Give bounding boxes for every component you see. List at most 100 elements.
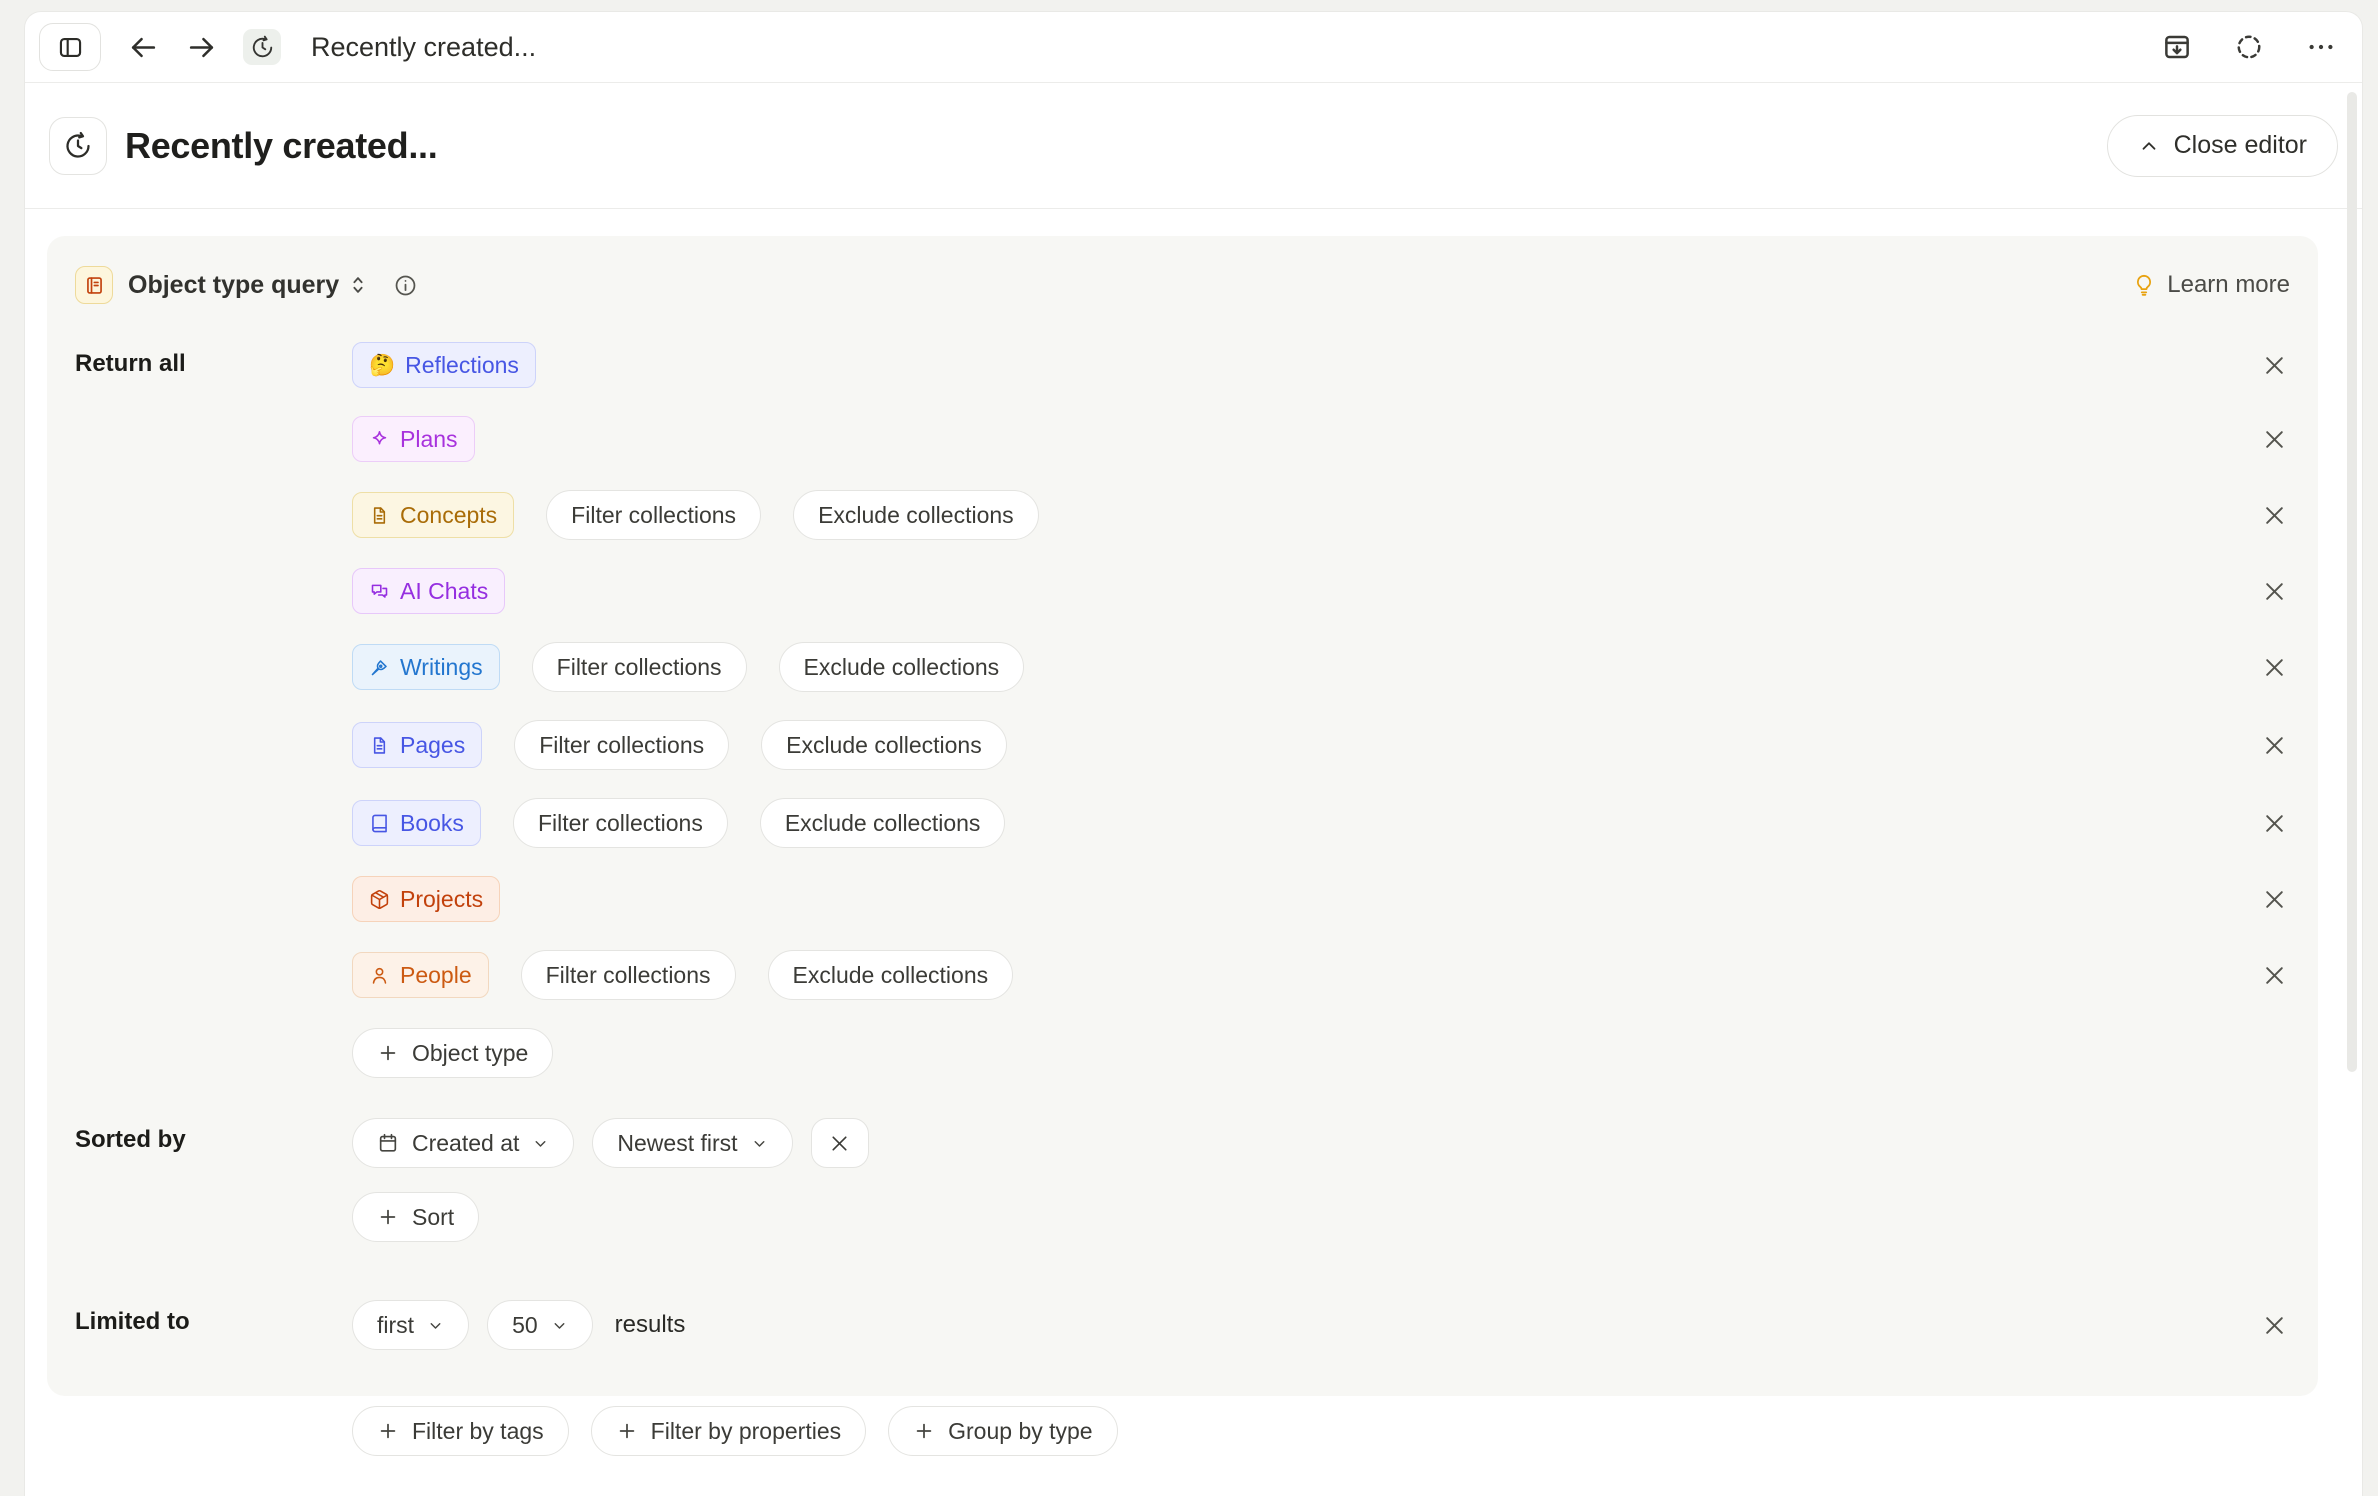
object-type-chip-concepts[interactable]: Concepts (352, 492, 514, 538)
filter-collections-button[interactable]: Filter collections (532, 642, 747, 692)
close-icon (2261, 352, 2288, 379)
query-type-selector[interactable] (347, 274, 369, 296)
remove-row-button[interactable] (2258, 651, 2290, 683)
close-editor-button[interactable]: Close editor (2107, 115, 2338, 177)
group-by-type-button[interactable]: Group by type (888, 1406, 1117, 1456)
sync-status-button[interactable] (2234, 32, 2264, 62)
exclude-collections-button[interactable]: Exclude collections (761, 720, 1007, 770)
add-sort-label: Sort (412, 1204, 454, 1231)
sort-order-dropdown[interactable]: Newest first (592, 1118, 792, 1168)
arrow-right-icon (186, 32, 217, 63)
exclude-collections-button[interactable]: Exclude collections (793, 490, 1039, 540)
chip-label: Plans (400, 426, 458, 453)
limited-to-section: Limited to first 50 results (75, 1300, 2290, 1350)
chip-label: Books (400, 810, 464, 837)
close-icon (828, 1132, 851, 1155)
chevron-down-icon (551, 1317, 568, 1334)
learn-more-link[interactable]: Learn more (2132, 271, 2290, 299)
forward-button[interactable] (185, 31, 217, 63)
filter-by-properties-button[interactable]: Filter by properties (591, 1406, 866, 1456)
chip-label: Concepts (400, 502, 497, 529)
chevron-down-icon (532, 1135, 549, 1152)
object-type-chip-projects[interactable]: Projects (352, 876, 500, 922)
arrow-left-icon (128, 32, 159, 63)
close-icon (2261, 962, 2288, 989)
sorted-by-section: Sorted by Created at Newest first (75, 1118, 2290, 1242)
object-type-chip-writings[interactable]: Writings (352, 644, 500, 690)
object-type-chip-plans[interactable]: Plans (352, 416, 475, 462)
chip-label: AI Chats (400, 578, 488, 605)
remove-limit-button[interactable] (2258, 1309, 2290, 1341)
object-type-chip-pages[interactable]: Pages (352, 722, 482, 768)
limit-row: first 50 results (352, 1300, 2290, 1350)
vertical-scrollbar[interactable] (2347, 92, 2357, 1072)
object-type-chip-books[interactable]: Books (352, 800, 481, 846)
group-by-type-label: Group by type (948, 1418, 1092, 1445)
chevron-down-icon (427, 1317, 444, 1334)
footer-spacer (75, 1406, 352, 1414)
limit-count-dropdown[interactable]: 50 (487, 1300, 593, 1350)
remove-row-button[interactable] (2258, 729, 2290, 761)
remove-row-button[interactable] (2258, 423, 2290, 455)
limited-to-label: Limited to (75, 1300, 352, 1336)
return-all-section: Return all 🤔 Reflections Plans (75, 342, 2290, 1078)
object-type-row-pages: Pages Filter collections Exclude collect… (352, 720, 2290, 770)
close-icon (2261, 886, 2288, 913)
query-type-title: Object type query (128, 271, 339, 300)
plus-icon (616, 1420, 638, 1442)
add-sort-row: Sort (352, 1192, 2290, 1242)
page-icon-box[interactable] (49, 117, 107, 175)
footer-buttons-row: Filter by tags Filter by properties Grou… (352, 1406, 2290, 1456)
results-suffix: results (615, 1311, 686, 1339)
page-header: Recently created... Close editor (25, 83, 2362, 209)
remove-row-button[interactable] (2258, 499, 2290, 531)
chat-bubbles-icon (369, 581, 390, 602)
book-icon (369, 813, 390, 834)
topbar-title: Recently created... (311, 32, 536, 63)
info-icon (393, 273, 418, 298)
save-to-collection-button[interactable] (2162, 32, 2192, 62)
exclude-collections-button[interactable]: Exclude collections (779, 642, 1025, 692)
sort-field-dropdown[interactable]: Created at (352, 1118, 574, 1168)
add-sort-button[interactable]: Sort (352, 1192, 479, 1242)
object-type-chip-reflections[interactable]: 🤔 Reflections (352, 342, 536, 388)
lightbulb-icon (2132, 273, 2156, 297)
filter-by-tags-button[interactable]: Filter by tags (352, 1406, 569, 1456)
person-icon (369, 965, 390, 986)
query-tab-icon (243, 29, 281, 65)
filter-collections-button[interactable]: Filter collections (546, 490, 761, 540)
object-type-chip-people[interactable]: People (352, 952, 489, 998)
query-footer-section: Filter by tags Filter by properties Grou… (75, 1406, 2290, 1456)
add-object-type-button[interactable]: Object type (352, 1028, 553, 1078)
limit-mode-dropdown[interactable]: first (352, 1300, 469, 1350)
calendar-icon (377, 1132, 399, 1154)
chip-label: Projects (400, 886, 483, 913)
exclude-collections-button[interactable]: Exclude collections (760, 798, 1006, 848)
remove-row-button[interactable] (2258, 807, 2290, 839)
plus-icon (913, 1420, 935, 1442)
sidebar-toggle-button[interactable] (39, 23, 101, 71)
filter-collections-button[interactable]: Filter collections (513, 798, 728, 848)
close-editor-label: Close editor (2174, 131, 2307, 160)
filter-collections-button[interactable]: Filter collections (521, 950, 736, 1000)
back-button[interactable] (127, 31, 159, 63)
query-info-button[interactable] (393, 273, 418, 298)
chevrons-up-down-icon (347, 274, 369, 296)
exclude-collections-button[interactable]: Exclude collections (768, 950, 1014, 1000)
sorted-by-label: Sorted by (75, 1118, 352, 1154)
object-type-chip-ai-chats[interactable]: AI Chats (352, 568, 505, 614)
plus-icon (377, 1420, 399, 1442)
more-options-button[interactable] (2306, 32, 2336, 62)
learn-more-label: Learn more (2167, 271, 2290, 299)
object-type-row-people: People Filter collections Exclude collec… (352, 950, 2290, 1000)
notebook-icon (84, 275, 105, 296)
remove-row-button[interactable] (2258, 349, 2290, 381)
panel-left-icon (57, 34, 84, 61)
sort-order-value: Newest first (617, 1130, 737, 1157)
filter-collections-button[interactable]: Filter collections (514, 720, 729, 770)
remove-sort-button[interactable] (811, 1118, 869, 1168)
remove-row-button[interactable] (2258, 959, 2290, 991)
object-type-row-writings: Writings Filter collections Exclude coll… (352, 642, 2290, 692)
remove-row-button[interactable] (2258, 575, 2290, 607)
remove-row-button[interactable] (2258, 883, 2290, 915)
